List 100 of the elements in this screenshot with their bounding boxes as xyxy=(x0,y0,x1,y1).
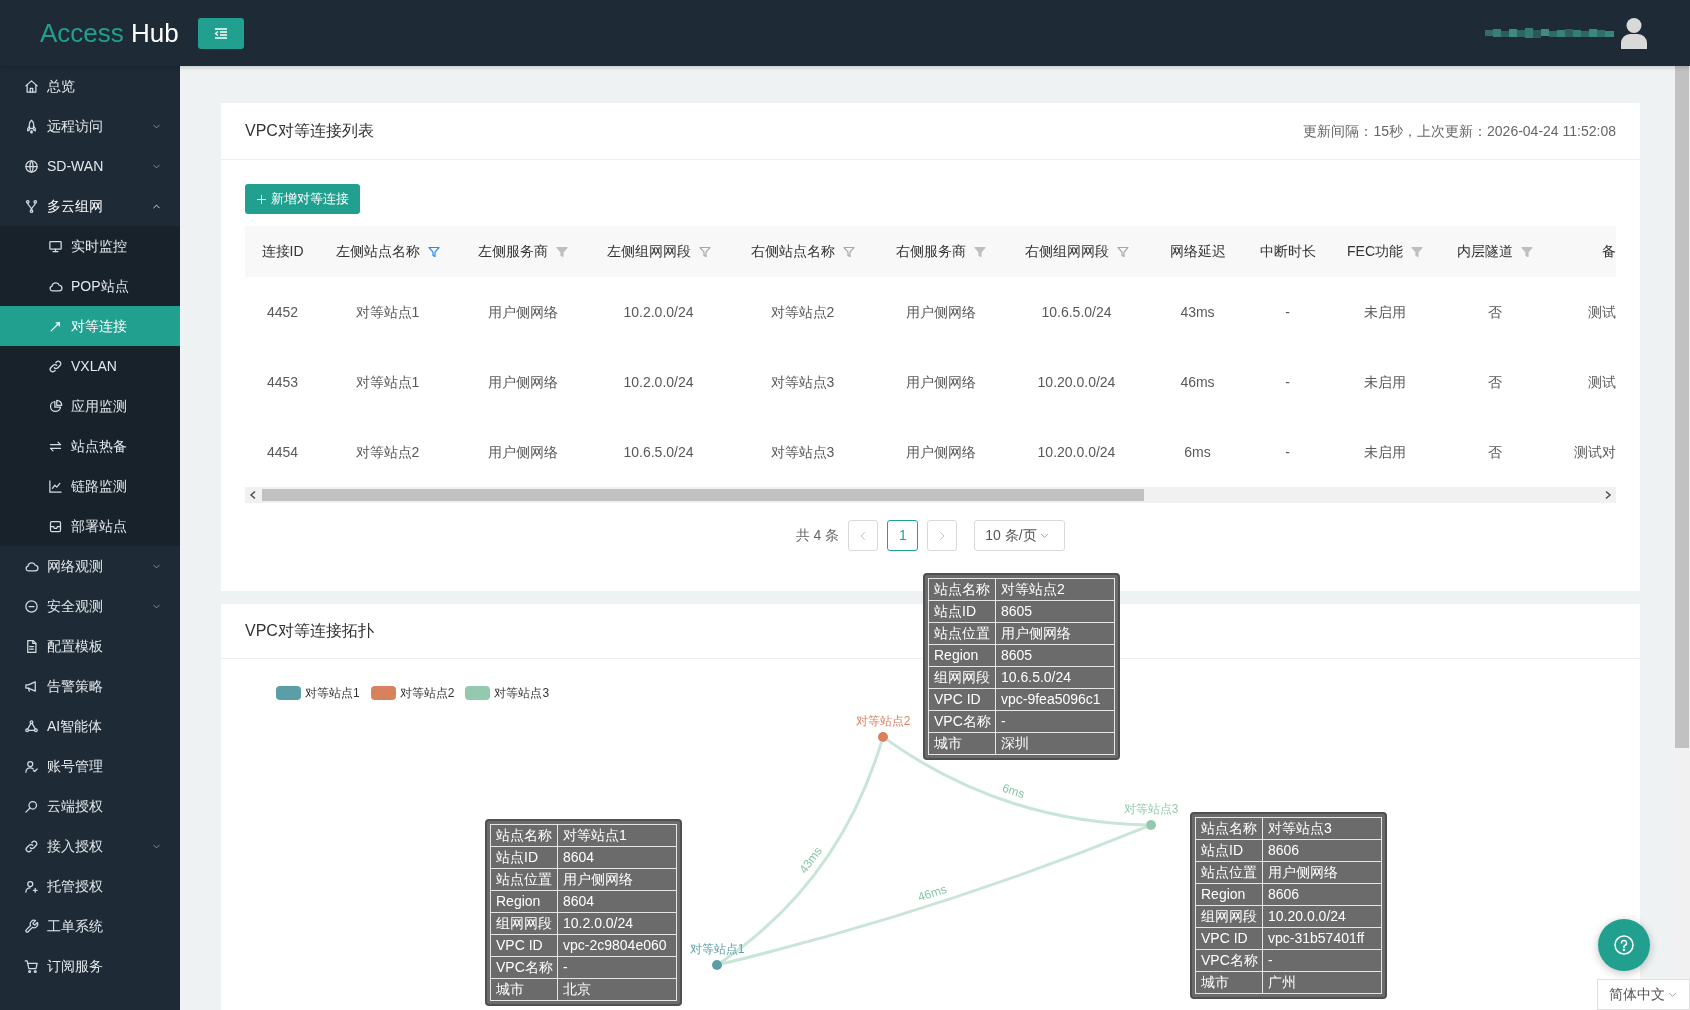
subnet-text: 10.6.5.0/24 xyxy=(623,442,694,462)
filter-icon[interactable] xyxy=(1521,245,1533,258)
megaphone-icon xyxy=(24,678,39,694)
sidebar-item[interactable]: 多云组网 xyxy=(0,186,180,226)
tooltip-key: 站点ID xyxy=(1196,840,1262,861)
tooltip-key: 站点名称 xyxy=(491,825,557,846)
sidebar-item[interactable]: 托管授权 xyxy=(0,866,180,906)
branch-icon xyxy=(24,198,39,214)
sidebar-item[interactable]: 告警策略 xyxy=(0,666,180,706)
node-icon[interactable] xyxy=(1146,820,1156,830)
filter-icon[interactable] xyxy=(842,245,855,258)
column-header: 右侧组网网段 xyxy=(1024,242,1109,261)
tooltip-key: 组网网段 xyxy=(1196,906,1262,927)
node-icon[interactable] xyxy=(712,960,722,970)
tooltip-key: 站点位置 xyxy=(929,623,995,644)
site-name: 对等站点3 xyxy=(770,372,835,392)
panel-title: VPC对等连接列表 xyxy=(245,121,374,141)
legend-label[interactable]: 对等站点1 xyxy=(305,684,360,702)
tooltip-value: 北京 xyxy=(558,979,676,1000)
menu-toggle-button[interactable] xyxy=(198,17,244,49)
tooltip-key: Region xyxy=(1196,884,1262,905)
help-icon xyxy=(1614,935,1634,955)
value-text: 测试 xyxy=(1588,302,1616,322)
avatar-icon[interactable] xyxy=(1621,17,1647,49)
sidebar-item[interactable]: 工单系统 xyxy=(0,906,180,946)
tooltip-value: 8604 xyxy=(558,847,676,868)
link-icon xyxy=(48,358,63,374)
column-header: 左侧服务商 xyxy=(477,242,548,261)
sidebar-item[interactable]: 站点热备 xyxy=(0,426,180,466)
sidebar-item[interactable]: SD-WAN xyxy=(0,146,180,186)
tooltip-value: vpc-2c9804e060 xyxy=(558,935,676,956)
filter-icon[interactable] xyxy=(555,245,568,258)
sidebar-item[interactable]: 云端授权 xyxy=(0,786,180,826)
app-logo: Access Hub xyxy=(40,17,179,49)
tooltip-value: vpc-31b57401ff xyxy=(1263,928,1381,949)
sidebar-item[interactable]: 账号管理 xyxy=(0,746,180,786)
site-name: 对等站点3 xyxy=(770,442,835,462)
tooltip-key: 站点ID xyxy=(929,601,995,622)
sidebar-item[interactable]: 实时监控 xyxy=(0,226,180,266)
sidebar-item[interactable]: AI智能体 xyxy=(0,706,180,746)
panel-title: VPC对等连接拓扑 xyxy=(245,621,374,641)
sidebar-item[interactable]: 远程访问 xyxy=(0,106,180,146)
cart-icon xyxy=(24,958,39,974)
scrollbar-thumb[interactable] xyxy=(1675,66,1689,748)
tooltip-value: 10.2.0.0/24 xyxy=(558,913,676,934)
tunnel-status: 否 xyxy=(1488,302,1502,322)
chevron-down-icon xyxy=(1667,989,1678,1000)
line-chart-icon xyxy=(48,478,63,494)
site-name: 对等站点1 xyxy=(355,372,420,392)
sidebar-item[interactable]: 部署站点 xyxy=(0,506,180,546)
column-header: 内层隧道 xyxy=(1457,242,1513,261)
tooltip-key: 站点名称 xyxy=(929,579,995,600)
tooltip-value: 8606 xyxy=(1263,840,1381,861)
connection-id: 4453 xyxy=(266,372,299,392)
tooltip-value: 8606 xyxy=(1263,884,1381,905)
node-label: 对等站点1 xyxy=(689,942,745,956)
sidebar-item[interactable]: 网络观测 xyxy=(0,546,180,586)
latency: 46ms xyxy=(1180,372,1215,392)
scrollbar-thumb[interactable] xyxy=(262,489,1144,501)
sidebar-item[interactable]: 接入授权 xyxy=(0,826,180,866)
sidebar-item[interactable]: 配置模板 xyxy=(0,626,180,666)
subnet-text: 10.2.0.0/24 xyxy=(623,372,694,392)
filter-icon[interactable] xyxy=(698,245,711,258)
filter-icon[interactable] xyxy=(973,245,986,258)
tooltip-value: 8604 xyxy=(558,891,676,912)
filter-icon[interactable] xyxy=(1411,245,1423,258)
sidebar-item[interactable]: VXLAN xyxy=(0,346,180,386)
sidebar-item[interactable]: POP站点 xyxy=(0,266,180,306)
plus-icon xyxy=(256,193,267,205)
tooltip-value: - xyxy=(996,711,1114,732)
value-text: 测试 xyxy=(1588,372,1616,392)
service-provider: 用户侧网络 xyxy=(905,372,976,392)
page-size-select[interactable]: 10 条/页 xyxy=(974,520,1066,551)
sidebar-item[interactable]: 总览 xyxy=(0,66,180,106)
value-text: 测试对 xyxy=(1574,442,1616,462)
tooltip-key: Region xyxy=(929,645,995,666)
sidebar-item[interactable]: 链路监测 xyxy=(0,466,180,506)
fec-status: 未启用 xyxy=(1364,442,1406,462)
edge-label: 46ms xyxy=(916,881,949,905)
column-header: FEC功能 xyxy=(1347,242,1403,261)
tooltip-key: VPC名称 xyxy=(491,957,557,978)
node-icon[interactable] xyxy=(878,732,888,742)
language-select[interactable]: 简体中文 xyxy=(1597,979,1690,1010)
horizontal-scrollbar[interactable] xyxy=(245,487,1616,503)
sidebar-item[interactable]: 订阅服务 xyxy=(0,946,180,986)
globe-icon xyxy=(24,158,39,174)
tooltip-key: 站点ID xyxy=(491,847,557,868)
subnet-text: 10.6.5.0/24 xyxy=(1041,302,1112,322)
legend-label[interactable]: 对等站点3 xyxy=(494,684,550,702)
pie-chart-icon xyxy=(48,398,63,414)
tooltip-value: 10.20.0.0/24 xyxy=(1263,906,1381,927)
latency: 6ms xyxy=(1184,442,1211,462)
filter-icon[interactable] xyxy=(1116,245,1129,258)
sidebar-item[interactable]: 安全观测 xyxy=(0,586,180,626)
fec-status: 未启用 xyxy=(1364,372,1406,392)
site-name: 对等站点2 xyxy=(355,442,420,462)
legend-label[interactable]: 对等站点2 xyxy=(399,684,455,702)
downtime: - xyxy=(1285,442,1290,462)
filter-icon[interactable] xyxy=(427,245,440,258)
sidebar-item[interactable]: 应用监测 xyxy=(0,386,180,426)
